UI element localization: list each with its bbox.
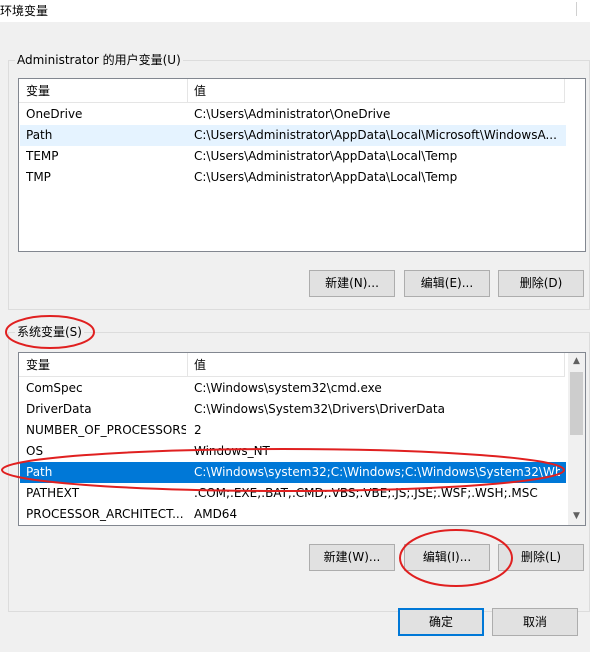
column-separator[interactable] xyxy=(564,353,565,377)
variable-name: DriverData xyxy=(26,402,92,416)
variable-name: TEMP xyxy=(26,149,59,163)
list-item[interactable]: TMP C:\Users\Administrator\AppData\Local\… xyxy=(20,167,566,188)
scrollbar-thumb[interactable] xyxy=(570,372,583,435)
column-separator[interactable] xyxy=(564,79,565,103)
list-item[interactable]: PROCESSOR_ARCHITECT... AMD64 xyxy=(20,504,566,525)
variable-value: AMD64 xyxy=(194,507,238,521)
title-bar: 环境变量 xyxy=(0,0,590,22)
list-item[interactable]: OS Windows_NT xyxy=(20,441,566,462)
column-header-variable[interactable]: 变量 xyxy=(20,79,188,103)
window-title: 环境变量 xyxy=(0,4,49,18)
variable-value: C:\Windows\system32\cmd.exe xyxy=(194,381,382,395)
list-item[interactable]: PATHEXT .COM;.EXE;.BAT;.CMD;.VBS;.VBE;.JS… xyxy=(20,483,566,504)
variable-value: 2 xyxy=(194,423,202,437)
variable-name: Path xyxy=(26,465,53,479)
list-item[interactable]: NUMBER_OF_PROCESSORS 2 xyxy=(20,420,566,441)
list-item[interactable]: OneDrive C:\Users\Administrator\OneDrive xyxy=(20,104,566,125)
chevron-up-icon[interactable]: ▲ xyxy=(568,353,585,370)
cancel-button[interactable]: 取消 xyxy=(492,608,578,636)
system-variables-scrollbar[interactable]: ▲ ▼ xyxy=(568,353,585,525)
system-new-button[interactable]: 新建(W)... xyxy=(309,544,395,571)
variable-value: .COM;.EXE;.BAT;.CMD;.VBS;.VBE;.JS;.JSE;.… xyxy=(194,486,538,500)
variable-value: C:\Windows\system32;C:\Windows;C:\Window… xyxy=(194,465,560,479)
user-variables-list[interactable]: 变量 值 OneDrive C:\Users\Administrator\OneD… xyxy=(18,78,586,252)
variable-name: OneDrive xyxy=(26,107,83,121)
column-header-variable[interactable]: 变量 xyxy=(20,353,188,377)
variable-name: Path xyxy=(26,128,53,142)
list-item[interactable]: DriverData C:\Windows\System32\Drivers\Dr… xyxy=(20,399,566,420)
system-variables-list[interactable]: 变量 值 ComSpec C:\Windows\system32\cmd.exe D… xyxy=(18,352,586,526)
variable-value: Windows_NT xyxy=(194,444,270,458)
list-item[interactable]: Path C:\Windows\system32;C:\Windows;C:\Wi… xyxy=(20,462,566,483)
column-header-value[interactable]: 值 xyxy=(188,79,564,103)
dialog-client: Administrator 的用户变量(U) 变量 值 OneDrive C:\U… xyxy=(0,22,590,652)
user-new-button[interactable]: 新建(N)... xyxy=(309,270,395,297)
variable-name: ComSpec xyxy=(26,381,83,395)
list-item[interactable]: Path C:\Users\Administrator\AppData\Local… xyxy=(20,125,566,146)
variable-value: C:\Users\Administrator\OneDrive xyxy=(194,107,391,121)
variable-name: TMP xyxy=(26,170,51,184)
system-delete-button[interactable]: 删除(L) xyxy=(498,544,584,571)
system-edit-button[interactable]: 编辑(I)... xyxy=(404,544,490,571)
user-variables-label: Administrator 的用户变量(U) xyxy=(15,52,183,68)
variable-name: PROCESSOR_ARCHITECT... xyxy=(26,507,184,521)
system-variables-header: 变量 值 xyxy=(19,353,565,377)
list-item[interactable]: ComSpec C:\Windows\system32\cmd.exe xyxy=(20,378,566,399)
column-header-value[interactable]: 值 xyxy=(188,353,564,377)
variable-value: C:\Users\Administrator\AppData\Local\Mic… xyxy=(194,128,557,142)
variable-name: NUMBER_OF_PROCESSORS xyxy=(26,423,186,437)
user-edit-button[interactable]: 编辑(E)... xyxy=(404,270,490,297)
ok-button[interactable]: 确定 xyxy=(398,608,484,636)
chevron-down-icon[interactable]: ▼ xyxy=(568,508,585,525)
user-delete-button[interactable]: 删除(D) xyxy=(498,270,584,297)
variable-value: C:\Windows\System32\Drivers\DriverData xyxy=(194,402,445,416)
variable-value: C:\Users\Administrator\AppData\Local\Tem… xyxy=(194,170,458,184)
variable-name: OS xyxy=(26,444,44,458)
variable-value: C:\Users\Administrator\AppData\Local\Tem… xyxy=(194,149,458,163)
variable-name: PATHEXT xyxy=(26,486,80,500)
system-variables-label: 系统变量(S) xyxy=(15,324,84,340)
user-variables-header: 变量 值 xyxy=(19,79,565,103)
close-button-edge[interactable] xyxy=(576,2,586,16)
list-item[interactable]: TEMP C:\Users\Administrator\AppData\Local… xyxy=(20,146,566,167)
